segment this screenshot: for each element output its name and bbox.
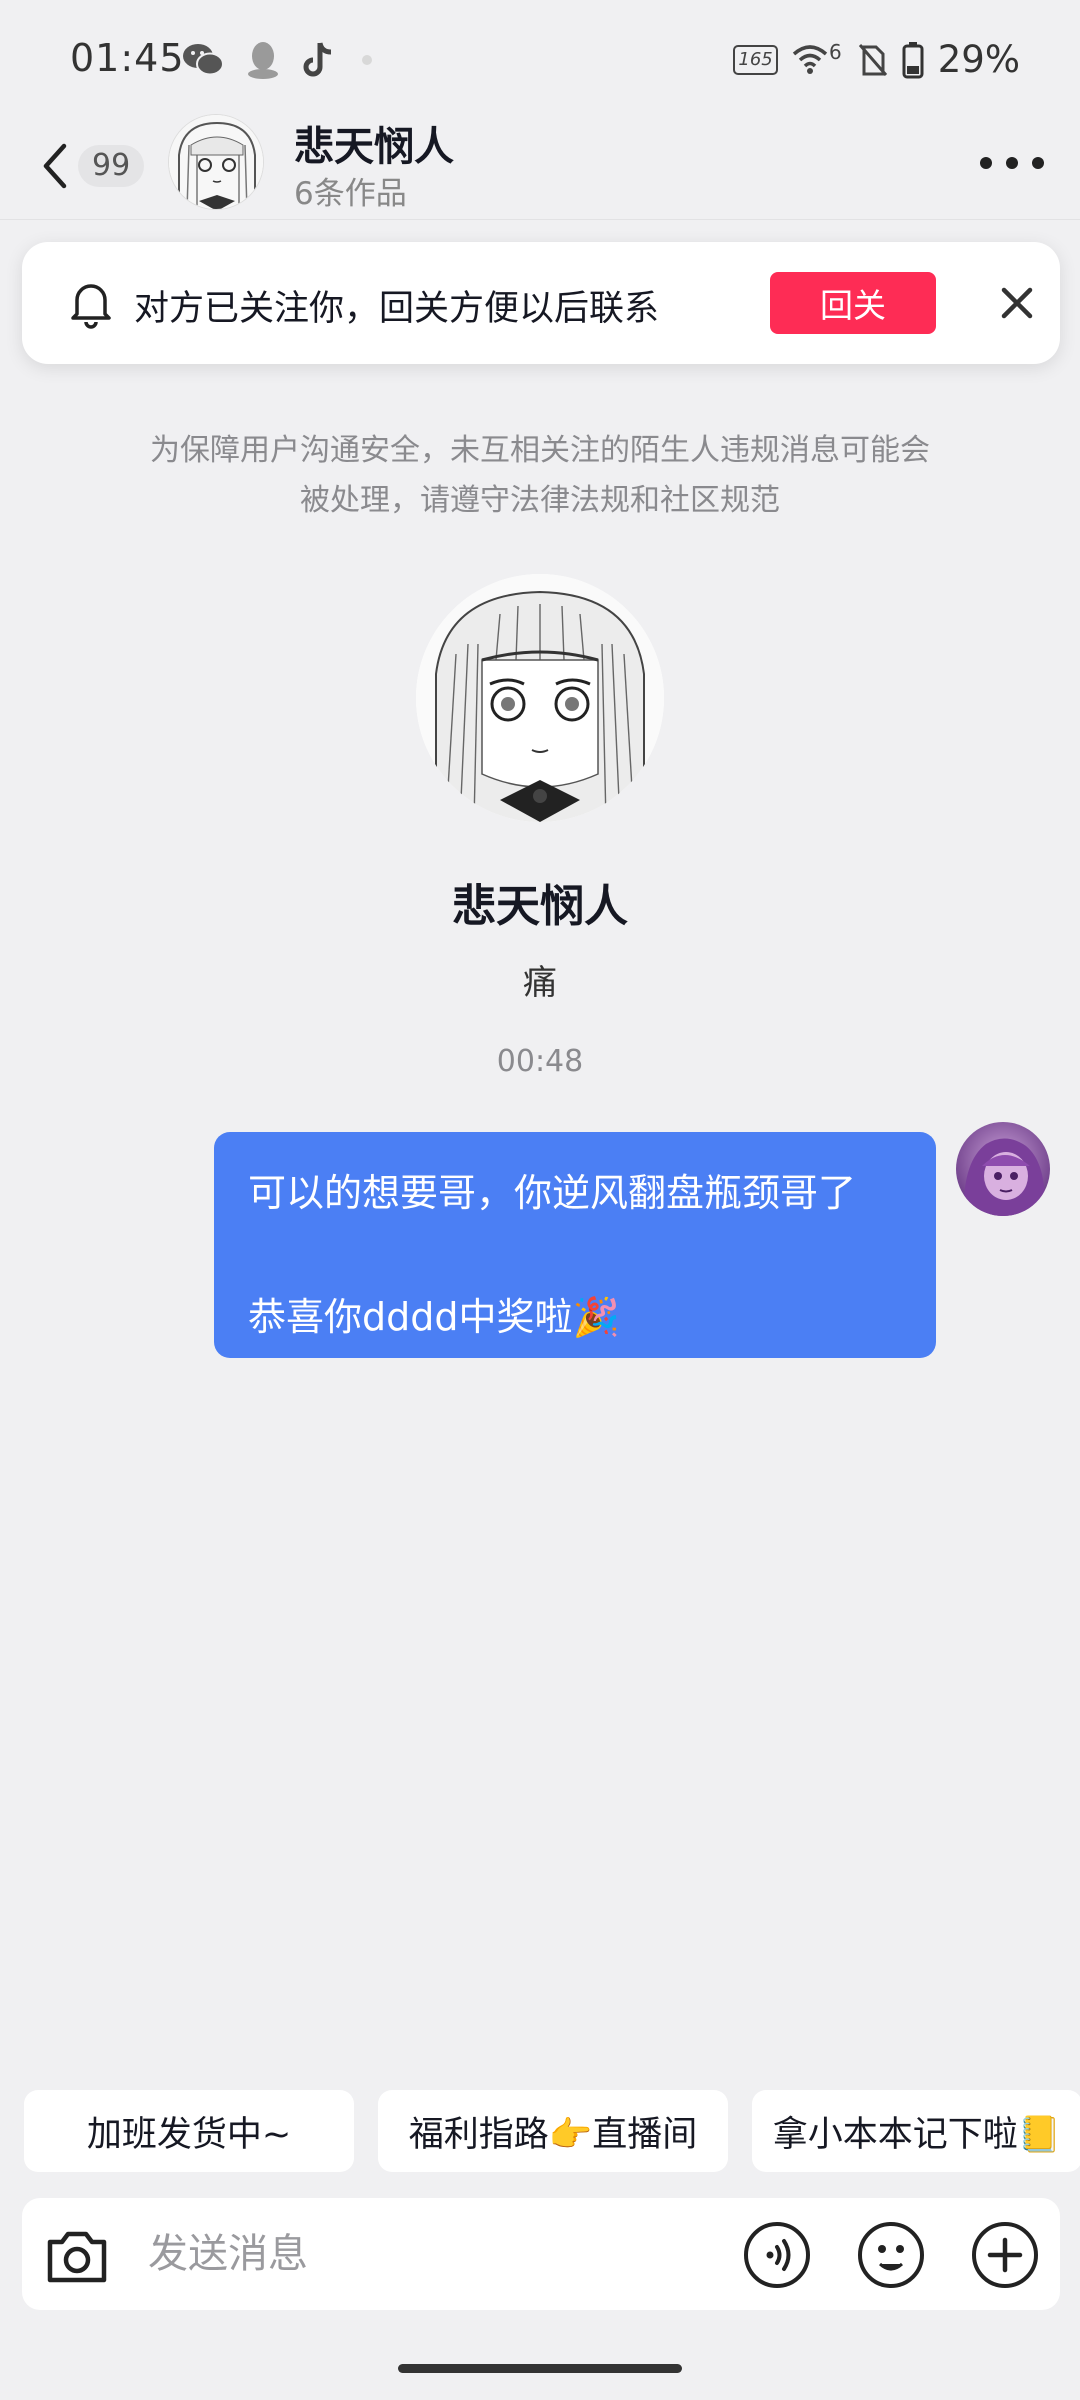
dot-icon bbox=[1032, 157, 1044, 169]
message-text: 可以的想要哥，你逆风翻盘瓶颈哥了 bbox=[248, 1171, 857, 1215]
message-input[interactable] bbox=[148, 2224, 728, 2284]
quick-reply-bar: 加班发货中~ 福利指路👉直播间 拿小本本记下啦📒 bbox=[24, 2090, 1080, 2172]
tiktok-icon bbox=[303, 42, 332, 77]
battery-percent: 29% bbox=[937, 38, 1020, 81]
quick-reply-chip[interactable]: 拿小本本记下啦📒 bbox=[752, 2090, 1080, 2172]
dot-icon bbox=[1006, 157, 1018, 169]
unread-count-badge: 99 bbox=[78, 145, 145, 187]
voice-icon[interactable] bbox=[742, 2220, 812, 2290]
dot-icon bbox=[980, 157, 992, 169]
status-time: 01:45 bbox=[70, 36, 185, 80]
profile-name[interactable]: 悲天悯人 bbox=[0, 870, 1080, 934]
notification-dot-icon bbox=[362, 55, 372, 65]
camera-icon[interactable] bbox=[42, 2220, 112, 2290]
follow-back-message: 对方已关注你，回关方便以后联系 bbox=[134, 289, 660, 329]
message-input-bar bbox=[22, 2198, 1060, 2310]
contact-avatar[interactable] bbox=[168, 114, 264, 210]
close-icon[interactable] bbox=[992, 278, 1042, 328]
manga-portrait-icon bbox=[169, 115, 263, 209]
back-button[interactable]: 99 bbox=[40, 136, 150, 196]
safety-notice: 为保障用户沟通安全，未互相关注的陌生人违规消息可能会 被处理，请遵守法律法规和社… bbox=[150, 433, 930, 518]
qq-icon bbox=[248, 42, 278, 79]
works-count[interactable]: 6条作品 bbox=[294, 168, 407, 213]
follow-back-banner: 对方已关注你，回关方便以后联系 回关 bbox=[22, 242, 1060, 364]
manga-portrait-icon bbox=[416, 574, 664, 822]
wechat-icon bbox=[183, 44, 224, 76]
my-avatar[interactable] bbox=[956, 1122, 1050, 1216]
emoji-icon[interactable] bbox=[856, 2220, 926, 2290]
wifi-icon: 6 bbox=[792, 40, 842, 78]
more-options-button[interactable] bbox=[980, 148, 1044, 178]
chevron-left-icon bbox=[43, 143, 67, 189]
refresh-rate-icon: 165 bbox=[733, 44, 778, 75]
home-indicator[interactable] bbox=[398, 2364, 682, 2373]
sent-message-bubble[interactable]: 可以的想要哥，你逆风翻盘瓶颈哥了 恭喜你dddd中奖啦🎉 bbox=[214, 1132, 936, 1358]
chat-header: 99 悲天悯人 6条作品 bbox=[0, 110, 1080, 220]
message-timestamp: 00:48 bbox=[496, 1044, 584, 1079]
quick-reply-chip[interactable]: 福利指路👉直播间 bbox=[378, 2090, 728, 2172]
no-sim-icon bbox=[858, 43, 887, 76]
message-text: 恭喜你dddd中奖啦🎉 bbox=[248, 1295, 620, 1339]
profile-signature: 痛 bbox=[523, 963, 557, 1003]
bell-icon bbox=[71, 284, 111, 329]
anime-avatar-icon bbox=[956, 1122, 1050, 1216]
quick-reply-chip[interactable]: 加班发货中~ bbox=[24, 2090, 354, 2172]
follow-back-button[interactable]: 回关 bbox=[770, 272, 936, 334]
contact-name[interactable]: 悲天悯人 bbox=[294, 114, 454, 172]
status-bar: 01:45 165 6 29% bbox=[0, 0, 1080, 120]
profile-avatar[interactable] bbox=[416, 574, 664, 822]
plus-icon[interactable] bbox=[970, 2220, 1040, 2290]
battery-icon bbox=[902, 41, 924, 78]
